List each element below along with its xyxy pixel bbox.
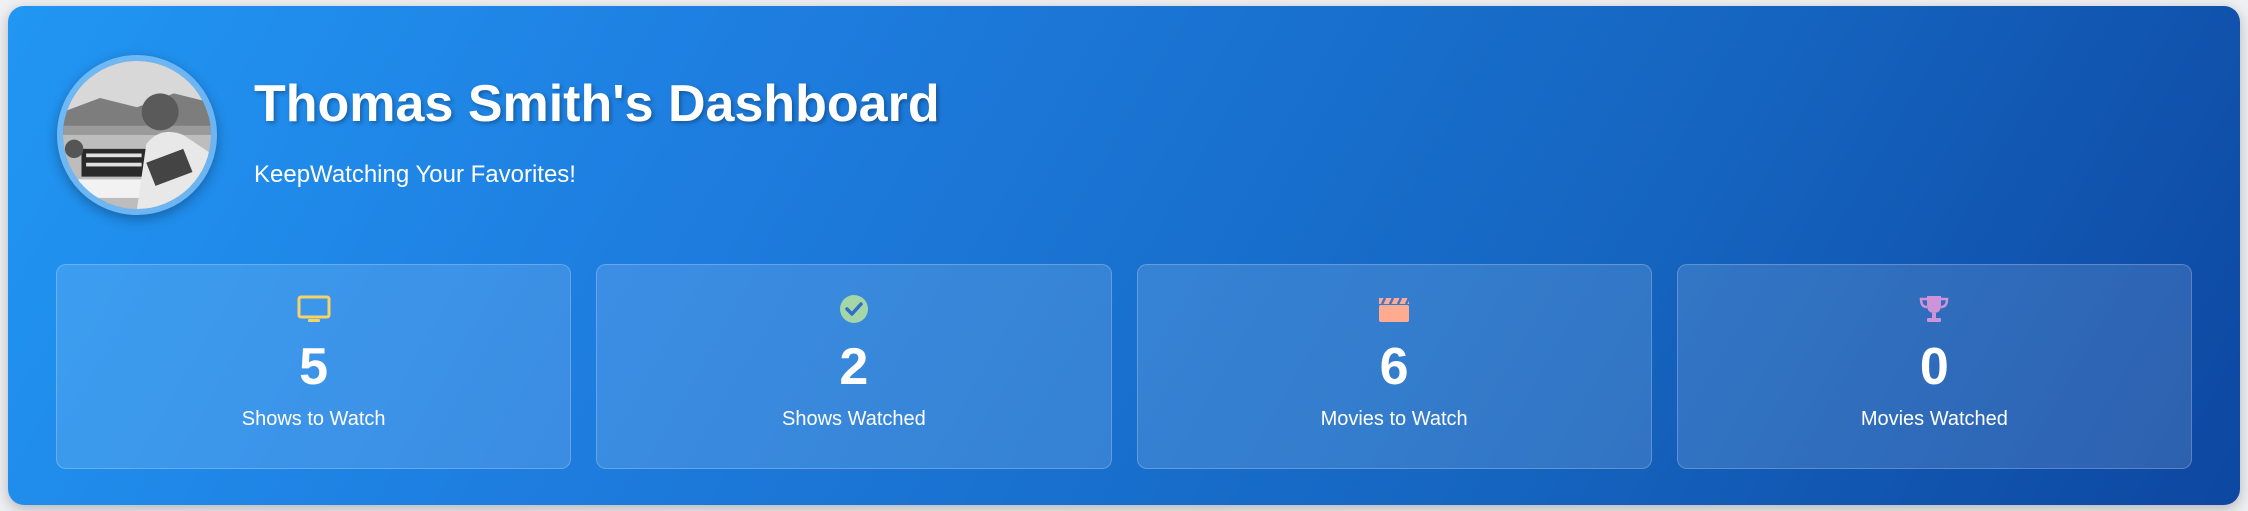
stat-value: 0: [1919, 338, 1949, 396]
stat-label: Shows Watched: [781, 408, 926, 431]
check-circle-icon: [839, 295, 868, 323]
stats-row: 5 Shows to Watch 2 Shows Watched 6 Movie…: [56, 264, 2192, 469]
stat-card-shows-watched[interactable]: 2 Shows Watched: [596, 264, 1112, 469]
stat-card-shows-to-watch[interactable]: 5 Shows to Watch: [56, 264, 572, 469]
page-subtitle: KeepWatching Your Favorites!: [254, 161, 576, 188]
clapperboard-icon: [1379, 297, 1411, 322]
avatar-photo: [63, 61, 211, 209]
avatar[interactable]: [57, 55, 217, 215]
dashboard-header-banner: Thomas Smith's Dashboard KeepWatching Yo…: [8, 6, 2240, 505]
tv-icon: [297, 295, 331, 322]
stat-label: Shows to Watch: [241, 408, 386, 431]
stat-card-movies-watched[interactable]: 0 Movies Watched: [1676, 264, 2192, 469]
stat-label: Movies Watched: [1860, 408, 2008, 431]
stat-value: 5: [299, 338, 329, 396]
stat-label: Movies to Watch: [1320, 408, 1468, 431]
stat-value: 6: [1379, 338, 1409, 396]
trophy-icon: [1920, 296, 1949, 322]
page-title: Thomas Smith's Dashboard: [254, 75, 940, 133]
stat-value: 2: [839, 338, 869, 396]
stat-card-movies-to-watch[interactable]: 6 Movies to Watch: [1136, 264, 1652, 469]
